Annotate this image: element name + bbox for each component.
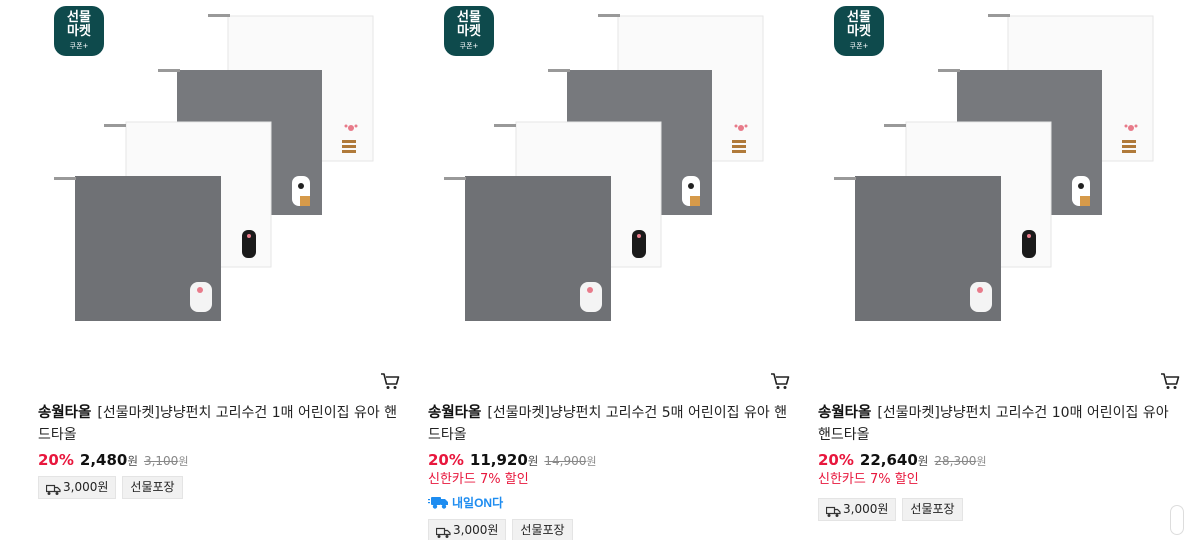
badge-line1: 선물 — [847, 10, 871, 25]
original-price: 28,300 — [934, 454, 977, 468]
sale-price: 11,920 — [469, 451, 528, 469]
product-title[interactable]: 송월타올 [선물마켓]냥냥펀치 고리수건 1매 어린이집 유아 핸드타올 — [38, 402, 398, 446]
badge-line2: 마켓 — [847, 24, 871, 39]
product-card[interactable]: 선물 마켓 쿠폰+ 송월타올 [선물마켓]냥냥펀치 고리수건 1매 어린이집 유아… — [38, 0, 400, 540]
gift-wrap-tag: 선물포장 — [122, 476, 183, 499]
gift-wrap-tag: 선물포장 — [902, 498, 963, 521]
gift-wrap-label: 선물포장 — [520, 523, 565, 537]
cart-icon[interactable] — [380, 372, 400, 390]
brand-name: 송월타올 — [38, 405, 92, 421]
tag-list: 3,000원 선물포장 — [428, 519, 573, 540]
tomorrow-delivery-label: 내일ON다 — [452, 495, 503, 510]
shipping-fee: 3,000원 — [453, 523, 499, 537]
product-card[interactable]: 선물 마켓 쿠폰+ 송월타올 [선물마켓]냥냥펀치 고리수건 5매 어린이집 유아… — [428, 0, 790, 540]
gift-wrap-tag: 선물포장 — [512, 519, 573, 540]
sale-currency: 원 — [917, 454, 929, 468]
discount-rate: 20% — [38, 451, 74, 469]
truck-icon — [428, 497, 448, 509]
carousel-next-handle[interactable] — [1170, 505, 1184, 535]
shipping-fee-tag: 3,000원 — [818, 498, 897, 521]
shipping-fee: 3,000원 — [63, 480, 109, 494]
original-price: 3,100 — [143, 454, 179, 468]
product-title[interactable]: 송월타올 [선물마켓]냥냥펀치 고리수건 5매 어린이집 유아 핸드타올 — [428, 402, 788, 446]
gift-market-badge: 선물 마켓 쿠폰+ — [834, 6, 884, 56]
product-name: [선물마켓]냥냥펀치 고리수건 5매 어린이집 유아 핸드타올 — [428, 405, 788, 443]
original-currency: 원 — [178, 455, 189, 468]
product-name: [선물마켓]냥냥펀치 고리수건 1매 어린이집 유아 핸드타올 — [38, 405, 398, 443]
cart-icon[interactable] — [770, 372, 790, 390]
badge-coupon-label: 쿠폰+ — [849, 42, 869, 50]
shipping-fee: 3,000원 — [843, 502, 889, 516]
brand-name: 송월타올 — [818, 405, 872, 421]
original-currency: 원 — [976, 455, 987, 468]
discount-rate: 20% — [428, 451, 464, 469]
badge-coupon-label: 쿠폰+ — [69, 42, 89, 50]
gift-wrap-label: 선물포장 — [910, 502, 955, 516]
badge-coupon-label: 쿠폰+ — [459, 42, 479, 50]
sale-currency: 원 — [127, 454, 138, 468]
original-currency: 원 — [586, 455, 597, 468]
gift-market-badge: 선물 마켓 쿠폰+ — [444, 6, 494, 56]
tomorrow-delivery-badge: 내일ON다 — [428, 493, 508, 513]
truck-icon — [45, 482, 61, 495]
sale-price: 22,640 — [859, 451, 918, 469]
sale-price: 2,480 — [79, 451, 128, 469]
sale-currency: 원 — [527, 454, 539, 468]
original-price: 14,900 — [544, 454, 587, 468]
badge-line1: 선물 — [67, 10, 91, 25]
brand-name: 송월타올 — [428, 405, 482, 421]
truck-icon — [825, 504, 841, 517]
shipping-fee-tag: 3,000원 — [428, 519, 507, 540]
gift-market-badge: 선물 마켓 쿠폰+ — [54, 6, 104, 56]
cart-icon[interactable] — [1160, 372, 1180, 390]
product-title[interactable]: 송월타올 [선물마켓]냥냥펀치 고리수건 10매 어린이집 유아 핸드타올 — [818, 402, 1178, 446]
discount-rate: 20% — [818, 451, 854, 469]
card-discount-promo: 신한카드 7% 할인 — [428, 472, 529, 487]
gift-wrap-label: 선물포장 — [130, 480, 175, 494]
badge-line1: 선물 — [457, 10, 481, 25]
badge-line2: 마켓 — [457, 24, 481, 39]
badge-line2: 마켓 — [67, 24, 91, 39]
shipping-fee-tag: 3,000원 — [38, 476, 117, 499]
tag-list: 3,000원 선물포장 — [818, 498, 963, 521]
price-row: 20% 2,480원 3,100원 — [38, 450, 188, 472]
truck-icon — [435, 525, 451, 538]
tag-list: 3,000원 선물포장 — [38, 476, 183, 499]
card-discount-promo: 신한카드 7% 할인 — [818, 472, 919, 487]
product-card[interactable]: 선물 마켓 쿠폰+ 송월타올 [선물마켓]냥냥펀치 고리수건 10매 어린이집 유… — [818, 0, 1184, 540]
